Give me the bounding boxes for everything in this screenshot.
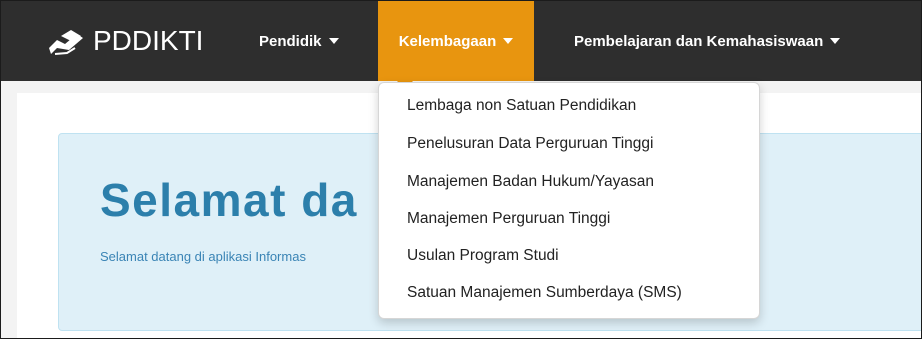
brand-name: PDDIKTI (93, 25, 204, 56)
nav-pendidik[interactable]: Pendidik (259, 1, 339, 81)
menu-item-usulan-program-studi[interactable]: Usulan Program Studi (407, 247, 559, 265)
chevron-down-icon (830, 38, 841, 44)
menu-item-lembaga-non-satuan[interactable]: Lembaga non Satuan Pendidikan (407, 97, 636, 115)
top-navbar: PDDIKTI Pendidik Kelembagaan Pembelajara… (1, 1, 921, 81)
chevron-down-icon (328, 38, 339, 44)
brand-logo[interactable]: PDDIKTI (47, 21, 203, 61)
graduation-hand-icon (49, 30, 83, 55)
app-window: PDDIKTI Pendidik Kelembagaan Pembelajara… (0, 0, 922, 339)
welcome-title: Selamat da (100, 174, 358, 226)
nav-pembelajaran-kemahasiswaan[interactable]: Pembelajaran dan Kemahasiswaan (574, 1, 841, 81)
nav-kelembagaan-label: Kelembagaan (398, 32, 497, 50)
menu-item-manajemen-perguruan-tinggi[interactable]: Manajemen Perguruan Tinggi (407, 210, 610, 228)
nav-pendidik-label: Pendidik (259, 32, 322, 50)
menu-item-satuan-manajemen-sumberdaya[interactable]: Satuan Manajemen Sumberdaya (SMS) (407, 284, 682, 302)
nav-kelembagaan[interactable]: Kelembagaan (378, 1, 534, 81)
menu-item-penelusuran-data[interactable]: Penelusuran Data Perguruan Tinggi (407, 135, 653, 153)
chevron-down-icon (503, 38, 514, 44)
kelembagaan-dropdown-menu: Lembaga non Satuan Pendidikan Penelusura… (378, 82, 760, 319)
nav-pembelajaran-label: Pembelajaran dan Kemahasiswaan (574, 32, 824, 50)
menu-item-manajemen-badan-hukum[interactable]: Manajemen Badan Hukum/Yayasan (407, 173, 654, 191)
welcome-subtitle: Selamat datang di aplikasi Informas (100, 249, 306, 264)
